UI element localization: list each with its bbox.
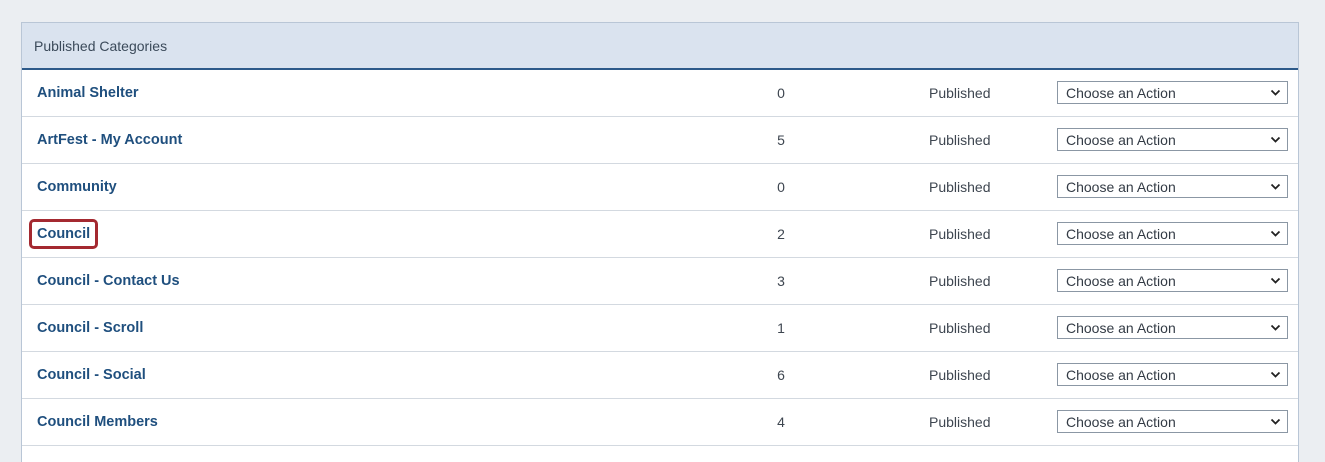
category-link[interactable]: ArtFest - My Account [29, 125, 190, 155]
published-categories-panel: Published Categories Animal Shelter 0 Pu… [21, 22, 1299, 462]
table-row: ArtFest - My Account 5 Published Choose … [22, 117, 1298, 164]
table-row: Community 0 Published Choose an Action [22, 164, 1298, 211]
item-count: 6 [777, 367, 785, 383]
category-name-cell: Council - Scroll [34, 305, 151, 351]
item-count: 0 [777, 85, 785, 101]
action-select[interactable]: Choose an Action [1057, 222, 1288, 245]
item-count: 5 [777, 132, 785, 148]
status-text: Published [929, 132, 991, 148]
action-select-value: Choose an Action [1066, 366, 1176, 383]
chevron-down-icon [1270, 277, 1281, 284]
chevron-down-icon [1270, 324, 1281, 331]
category-link[interactable]: Council - Scroll [29, 313, 151, 343]
action-select[interactable]: Choose an Action [1057, 316, 1288, 339]
category-name-cell: Council - Contact Us [34, 258, 188, 304]
action-select-value: Choose an Action [1066, 84, 1176, 101]
status-text: Published [929, 414, 991, 430]
table-row: Council Members 4 Published Choose an Ac… [22, 399, 1298, 446]
action-select-value: Choose an Action [1066, 178, 1176, 195]
item-count: 2 [777, 226, 785, 242]
chevron-down-icon [1270, 89, 1281, 96]
category-link[interactable]: Animal Shelter [29, 78, 147, 108]
category-link[interactable]: Council Members [29, 407, 166, 437]
category-link[interactable]: Council - Contact Us [29, 266, 188, 296]
action-select[interactable]: Choose an Action [1057, 81, 1288, 104]
status-text: Published [929, 85, 991, 101]
chevron-down-icon [1270, 418, 1281, 425]
category-name-cell: Council - Social [34, 352, 154, 398]
category-name-cell: Council Members [34, 399, 166, 445]
status-text: Published [929, 179, 991, 195]
action-select[interactable]: Choose an Action [1057, 128, 1288, 151]
panel-title: Published Categories [34, 37, 168, 54]
action-select-value: Choose an Action [1066, 319, 1176, 336]
status-text: Published [929, 273, 991, 289]
item-count: 3 [777, 273, 785, 289]
chevron-down-icon [1270, 136, 1281, 143]
category-link[interactable]: Community [29, 172, 125, 202]
category-name-cell: Council [29, 211, 99, 257]
action-select-value: Choose an Action [1066, 413, 1176, 430]
table-row: Council - Contact Us 3 Published Choose … [22, 258, 1298, 305]
action-select-value: Choose an Action [1066, 131, 1176, 148]
table-row: Council 2 Published Choose an Action [22, 211, 1298, 258]
table-row: Animal Shelter 0 Published Choose an Act… [22, 70, 1298, 117]
chevron-down-icon [1270, 371, 1281, 378]
chevron-down-icon [1270, 183, 1281, 190]
table-row: Council - Social 6 Published Choose an A… [22, 352, 1298, 399]
category-name-cell: ArtFest - My Account [34, 117, 190, 163]
status-text: Published [929, 320, 991, 336]
item-count: 1 [777, 320, 785, 336]
chevron-down-icon [1270, 230, 1281, 237]
action-select-value: Choose an Action [1066, 272, 1176, 289]
item-count: 0 [777, 179, 785, 195]
action-select[interactable]: Choose an Action [1057, 175, 1288, 198]
table-row: Council - Scroll 1 Published Choose an A… [22, 305, 1298, 352]
status-text: Published [929, 226, 991, 242]
action-select-value: Choose an Action [1066, 225, 1176, 242]
panel-header: Published Categories [22, 23, 1298, 70]
action-select[interactable]: Choose an Action [1057, 269, 1288, 292]
category-link-highlighted[interactable]: Council [29, 219, 99, 249]
action-select[interactable]: Choose an Action [1057, 363, 1288, 386]
item-count: 4 [777, 414, 785, 430]
category-link[interactable]: Council - Social [29, 360, 154, 390]
status-text: Published [929, 367, 991, 383]
category-name-cell: Community [34, 164, 125, 210]
action-select[interactable]: Choose an Action [1057, 410, 1288, 433]
category-name-cell: Animal Shelter [34, 70, 147, 116]
